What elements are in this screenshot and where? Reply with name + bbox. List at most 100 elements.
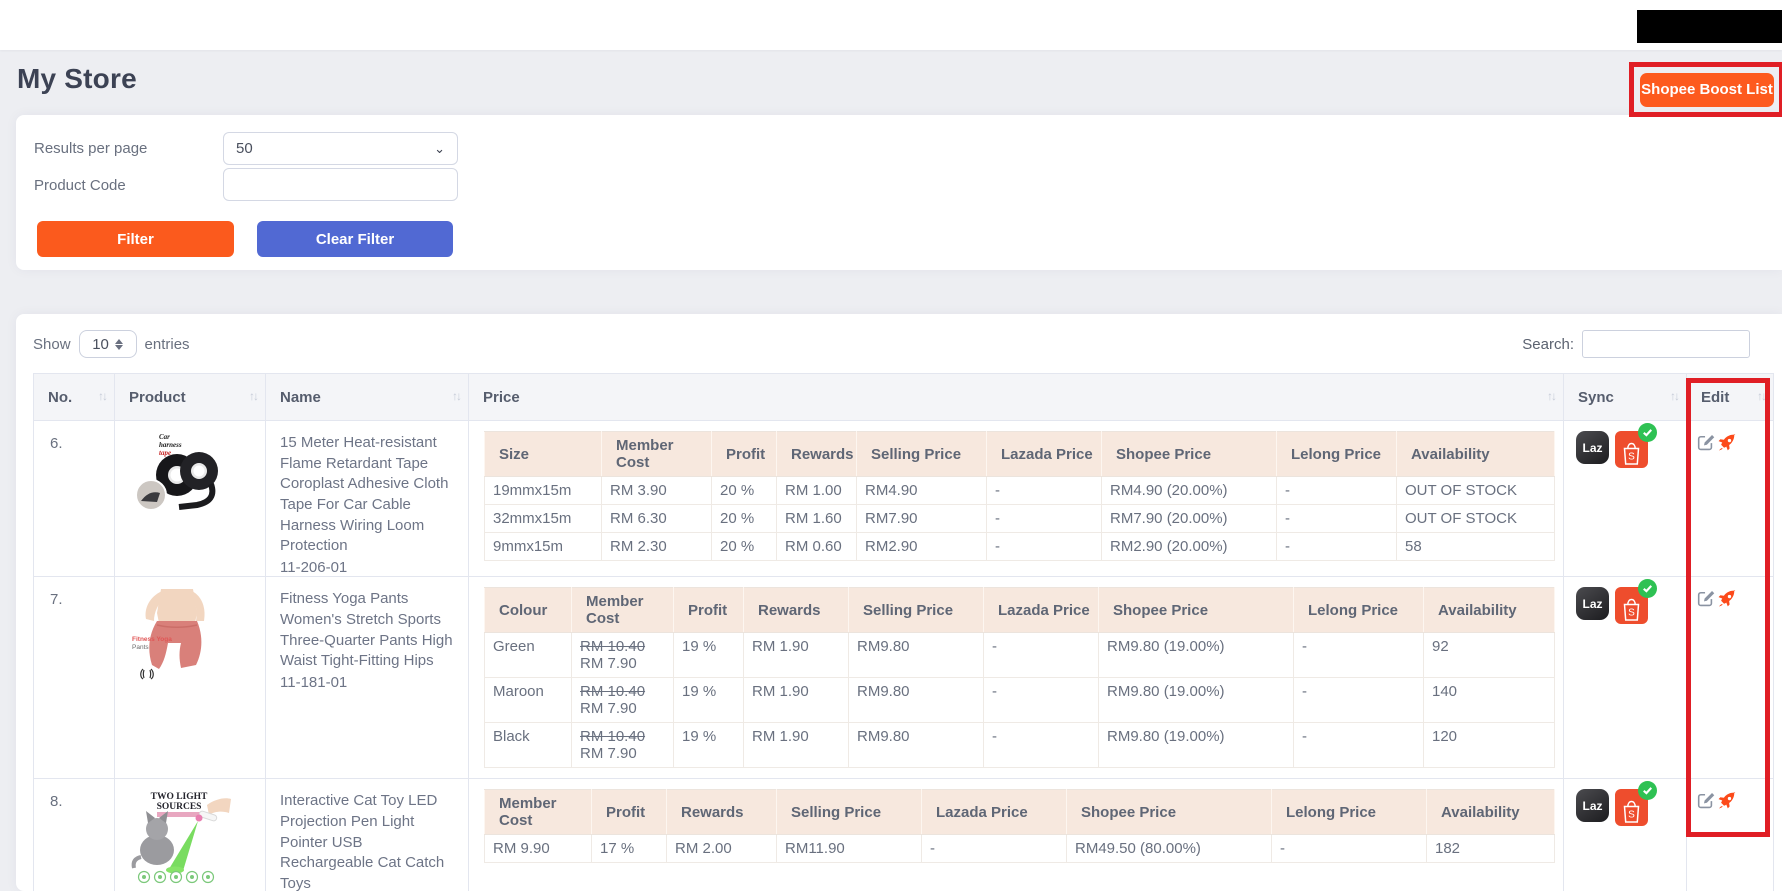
product-image-cell: TWO LIGHT SOURCES	[114, 778, 266, 891]
price-column-selling-price: Selling Price	[848, 587, 984, 634]
column-header-sync[interactable]: Sync ↑↓	[1563, 373, 1687, 421]
shopee-sync-icon[interactable]: S	[1615, 579, 1657, 625]
variant-cell: -	[1293, 677, 1424, 724]
sort-arrows-icon[interactable]: ↑↓	[1547, 389, 1557, 403]
edit-pencil-icon[interactable]	[1697, 792, 1715, 810]
variant-cell: -	[1293, 722, 1424, 769]
column-header-name[interactable]: Name ↑↓	[265, 373, 469, 421]
cell-value: RM 1.00	[785, 482, 842, 499]
variant-row: 9mmx15m RM 2.30 20 % RM 0.60 RM2.90 - RM2.90 (…	[484, 532, 1555, 561]
cell-value: RM7.90 (20.00%)	[1110, 510, 1228, 527]
product-code-input[interactable]	[223, 168, 458, 201]
variant-cell: 92	[1423, 632, 1555, 679]
variant-cell: 19mmx15m	[484, 476, 602, 505]
cell-value: RM 1.90	[752, 638, 809, 656]
variant-row: Black RM 10.40 RM 7.90 19 % RM 1.90 RM9.80 - RM…	[484, 722, 1555, 769]
price-column-lazada-price: Lazada Price	[921, 789, 1067, 836]
clear-filter-button[interactable]: Clear Filter	[257, 221, 453, 257]
product-image-cell: Fitness Yoga Pants	[114, 576, 266, 780]
variant-cell: RM 1.00	[776, 476, 857, 505]
rocket-boost-icon[interactable]	[1718, 433, 1736, 452]
variant-cell: 120	[1423, 722, 1555, 769]
variant-cell: RM9.80 (19.00%)	[1098, 722, 1294, 769]
cell-value: 19 %	[682, 683, 717, 701]
cell-value: RM9.80	[857, 683, 910, 701]
cell-value: 19mmx15m	[493, 482, 572, 499]
cell-value: 32mmx15m	[493, 510, 572, 527]
cat-toy-photo[interactable]: TWO LIGHT SOURCES	[129, 787, 265, 890]
variant-cell: -	[1293, 632, 1424, 679]
edit-pencil-icon[interactable]	[1697, 434, 1715, 452]
rocket-boost-icon[interactable]	[1718, 589, 1736, 608]
variant-price-table: Colour Member Cost Profit Rewards Selling Pr…	[484, 587, 1555, 769]
price-column-shopee-price: Shopee Price	[1066, 789, 1272, 836]
top-navigation-bar	[0, 0, 1782, 50]
product-code: 11-206-01	[280, 559, 348, 577]
page-size-select[interactable]: 10	[78, 330, 137, 358]
cell-value: 20 %	[720, 482, 755, 499]
sort-arrows-icon[interactable]: ↑↓	[1670, 389, 1680, 403]
price-column-profit: Profit	[591, 789, 667, 836]
variant-cell: RM4.90 (20.00%)	[1101, 476, 1277, 505]
results-per-page-value: 50	[236, 140, 253, 157]
sort-arrows-icon[interactable]: ↑↓	[452, 389, 462, 403]
shopee-boost-list-button[interactable]: Shopee Boost List	[1640, 72, 1774, 107]
cell-value: OUT OF STOCK	[1405, 510, 1517, 527]
sort-arrows-icon[interactable]: ↑↓	[98, 389, 108, 403]
results-per-page-select[interactable]: 50 ⌄	[223, 132, 458, 165]
cell-value: RM9.80 (19.00%)	[1107, 683, 1225, 701]
price-column-availability: Availability	[1423, 587, 1555, 634]
variant-cell: RM9.80	[848, 677, 984, 724]
price-column-lelong-price: Lelong Price	[1293, 587, 1424, 634]
variant-cell: 32mmx15m	[484, 504, 602, 533]
search-input[interactable]	[1582, 330, 1750, 358]
shopee-sync-icon[interactable]: S	[1615, 423, 1657, 468]
product-name[interactable]: Fitness Yoga Pants Women's Stretch Sport…	[280, 589, 454, 672]
search-label: Search:	[1522, 335, 1574, 353]
product-name[interactable]: 15 Meter Heat-resistant Flame Retardant …	[280, 433, 454, 557]
row-number: 7.	[33, 576, 115, 780]
variant-price-table: Member Cost Profit Rewards Selling Price Laz…	[484, 789, 1555, 864]
cell-value: -	[995, 510, 1000, 527]
column-header-no[interactable]: No. ↑↓	[33, 373, 115, 421]
up-down-arrows-icon	[114, 338, 123, 350]
sort-arrows-icon[interactable]: ↑↓	[1757, 389, 1767, 403]
sort-arrows-icon[interactable]: ↑↓	[249, 389, 259, 403]
cell-value: -	[995, 482, 1000, 499]
variant-cell: RM 10.40 RM 7.90	[571, 722, 674, 769]
price-column-colour: Colour	[484, 587, 572, 634]
cell-value: RM9.80	[857, 728, 910, 746]
shopee-sync-icon[interactable]: S	[1615, 781, 1657, 827]
product-name[interactable]: Interactive Cat Toy LED Projection Pen L…	[280, 791, 454, 891]
sync-cell: Laz S	[1563, 419, 1687, 578]
variant-cell: RM9.80 (19.00%)	[1098, 632, 1294, 679]
rocket-boost-icon[interactable]	[1718, 791, 1736, 810]
table-row: 7. Fitness Yoga Pants Fitness Yoga Pants …	[33, 576, 1774, 780]
cell-value: Maroon	[493, 683, 544, 701]
variant-cell: -	[983, 677, 1099, 724]
filter-button[interactable]: Filter	[37, 221, 234, 257]
variant-cell: RM 0.60	[776, 532, 857, 561]
yoga-pants-photo[interactable]: Fitness Yoga Pants	[129, 585, 265, 710]
lazada-sync-icon[interactable]: Laz	[1576, 789, 1609, 823]
variant-cell: RM 1.90	[743, 722, 849, 769]
variant-cell: RM 10.40 RM 7.90	[571, 632, 674, 679]
column-header-edit[interactable]: Edit ↑↓	[1686, 373, 1774, 421]
price-column-selling-price: Selling Price	[776, 789, 922, 836]
variant-cell: 182	[1426, 834, 1555, 864]
tape-rolls-photo[interactable]: Car harness tape	[129, 429, 265, 525]
lazada-sync-icon[interactable]: Laz	[1576, 431, 1609, 464]
variant-cell: 58	[1396, 532, 1555, 561]
cell-value: RM 7.90	[580, 700, 637, 718]
variant-cell: RM11.90	[776, 834, 922, 864]
cell-value: RM 9.90	[493, 840, 550, 858]
variant-cell: Maroon	[484, 677, 572, 724]
column-header-label: Price	[483, 388, 520, 406]
edit-pencil-icon[interactable]	[1697, 590, 1715, 608]
cell-value: 182	[1435, 840, 1461, 858]
cell-value: -	[995, 538, 1000, 555]
column-header-price[interactable]: Price ↑↓	[468, 373, 1564, 421]
column-header-product[interactable]: Product ↑↓	[114, 373, 266, 421]
lazada-sync-icon[interactable]: Laz	[1576, 587, 1609, 621]
variant-row: Maroon RM 10.40 RM 7.90 19 % RM 1.90 RM9.80 - R…	[484, 677, 1555, 724]
